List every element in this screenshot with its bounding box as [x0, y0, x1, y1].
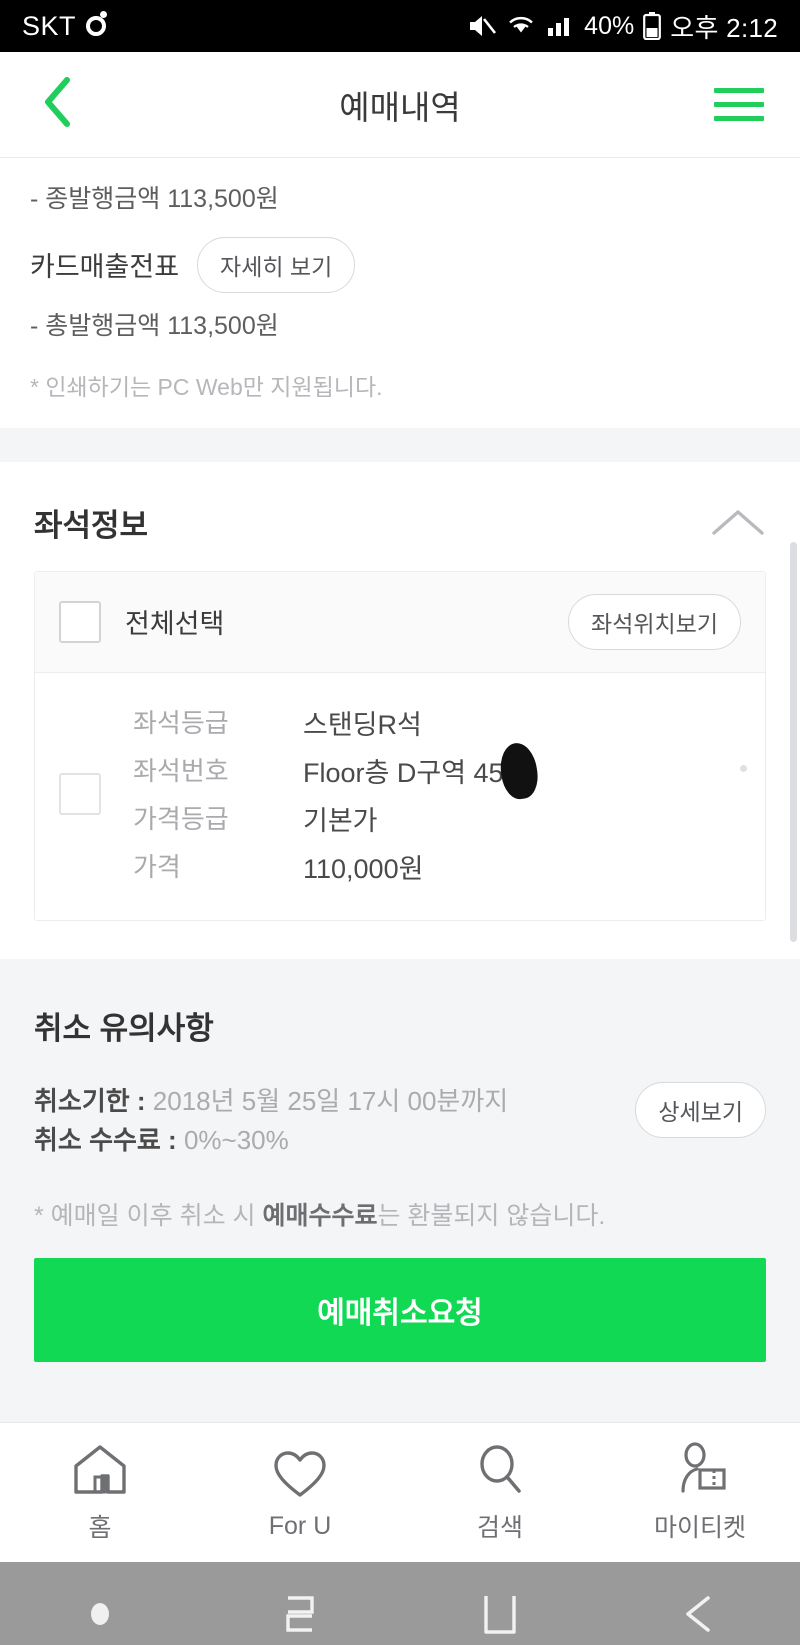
- nav-label-for-u: For U: [268, 1511, 332, 1540]
- section-gap-1: [0, 427, 800, 462]
- request-cancel-button[interactable]: 예매취소요청: [34, 1257, 766, 1362]
- search-icon: [470, 1440, 530, 1496]
- seat-section-title: 좌석정보: [34, 507, 149, 543]
- recents-icon: [274, 1590, 326, 1643]
- issued-amount-line: - 종발행금액 113,500원: [30, 185, 279, 213]
- page-title: 예매내역: [339, 88, 461, 126]
- card-slip-row: 카드매출전표 자세히 보기: [30, 225, 770, 301]
- price-label: 가격: [133, 851, 181, 882]
- signal-icon: [545, 13, 575, 39]
- cancel-fee-note: * 예매일 이후 취소 시 예매수수료는 환불되지 않습니다.: [34, 1160, 766, 1258]
- seat-location-button[interactable]: 좌석위치보기: [568, 593, 741, 650]
- cancel-deadline-value: 2018년 5월 25일 17시 00분까지: [152, 1085, 509, 1116]
- app-header: 예매내역: [0, 52, 800, 158]
- heart-icon: [270, 1444, 330, 1500]
- status-bar-right: 40% 오후 2:12: [467, 8, 778, 45]
- my-ticket-icon: [670, 1440, 730, 1496]
- cancel-section-title: 취소 유의사항: [34, 1010, 214, 1046]
- carrier-label: SKT: [22, 10, 77, 41]
- home-icon: [70, 1440, 130, 1496]
- battery-icon: [643, 12, 662, 40]
- cancel-note-prefix: * 예매일 이후 취소 시: [34, 1201, 263, 1230]
- seat-box: 전체선택 좌석위치보기 좌석등급 스탠딩R석 좌석번호 Floor층 D구역 4…: [34, 570, 766, 921]
- page-scrollbar[interactable]: [790, 542, 797, 942]
- card-slip-label: 카드매출전표: [30, 252, 180, 283]
- assistant-button[interactable]: [0, 1602, 200, 1631]
- mute-icon: [467, 13, 497, 39]
- home-square-icon: [476, 1590, 524, 1643]
- nav-label-home: 홈: [88, 1514, 112, 1542]
- assistant-dot-icon: [88, 1602, 112, 1631]
- clock-label: 오후 2:12: [670, 12, 778, 43]
- cancel-notice-section: 취소 유의사항 취소기한 : 2018년 5월 25일 17시 00분까지 취소…: [0, 958, 800, 1362]
- status-bar: SKT 40% 오후 2:12: [0, 0, 800, 52]
- cancel-deadline-label: 취소기한 :: [34, 1085, 153, 1116]
- cancel-info-row: 취소기한 : 2018년 5월 25일 17시 00분까지 취소 수수료 : 0…: [34, 1081, 766, 1160]
- cancel-info-lines: 취소기한 : 2018년 5월 25일 17시 00분까지 취소 수수료 : 0…: [34, 1082, 615, 1160]
- seat-grade-value: 스탠딩R석: [303, 709, 422, 740]
- chevron-up-icon[interactable]: [710, 507, 766, 537]
- cancel-note-suffix: 는 환불되지 않습니다.: [377, 1201, 606, 1230]
- price-grade-label: 가격등급: [133, 803, 229, 834]
- seat-info-card: 좌석정보 전체선택 좌석위치보기 좌석등급 스탠딩R석 좌석번호 Floor층 …: [0, 461, 800, 959]
- select-all-label: 전체선택: [125, 609, 225, 639]
- cancel-fee-value: 0%~30%: [183, 1124, 289, 1155]
- android-navigation-bar: [0, 1561, 800, 1645]
- redaction-mark: [497, 740, 541, 801]
- hamburger-menu-icon: [714, 88, 764, 93]
- payment-card: - 종발행금액 113,500원 카드매출전표 자세히 보기 - 총발행금액 1…: [0, 158, 800, 428]
- seat-checkbox[interactable]: [59, 773, 101, 815]
- seat-number-label: 좌석번호: [133, 755, 229, 786]
- price-grade-value: 기본가: [303, 805, 378, 836]
- seat-detail-table: 좌석등급 스탠딩R석 좌석번호 Floor층 D구역 45 번 가격등급 기본가…: [133, 703, 541, 886]
- back-arrow-icon: [674, 1590, 726, 1643]
- nav-item-for-u[interactable]: For U: [200, 1423, 400, 1562]
- hamburger-line-2: [714, 102, 764, 107]
- seat-number-value: Floor층 D구역 45 번: [303, 740, 541, 801]
- cancel-note-bold: 예매수수료: [262, 1201, 378, 1230]
- seat-section-header[interactable]: 좌석정보: [0, 462, 800, 571]
- cancel-fee-line: 취소 수수료 : 0%~30%: [34, 1121, 615, 1160]
- hamburger-menu-button[interactable]: [708, 52, 770, 157]
- cancel-deadline-line: 취소기한 : 2018년 5월 25일 17시 00분까지: [34, 1082, 615, 1121]
- nav-label-my-ticket: 마이티켓: [653, 1514, 746, 1542]
- select-all-row: 전체선택 좌석위치보기: [35, 571, 765, 673]
- payment-block: - 종발행금액 113,500원 카드매출전표 자세히 보기 - 총발행금액 1…: [0, 158, 800, 428]
- section-gap-2: [0, 1361, 800, 1422]
- back-button-system[interactable]: [600, 1590, 800, 1643]
- wifi-icon: [506, 13, 536, 39]
- carrier-logo-icon: [86, 11, 108, 36]
- select-all-left: 전체선택: [59, 600, 225, 643]
- nav-item-my-ticket[interactable]: 마이티켓: [600, 1423, 800, 1562]
- price-value: 110,000원: [303, 853, 424, 884]
- seat-checkbox-wrap: [59, 773, 133, 815]
- select-all-checkbox[interactable]: [59, 600, 101, 643]
- status-bar-left: SKT: [22, 10, 108, 42]
- battery-percent-label: 40%: [584, 11, 635, 40]
- print-note: * 인쇄하기는 PC Web만 지원됩니다.: [30, 373, 383, 400]
- back-button[interactable]: [26, 52, 90, 157]
- seat-row: 좌석등급 스탠딩R석 좌석번호 Floor층 D구역 45 번 가격등급 기본가…: [35, 672, 765, 920]
- card-slip-detail-button[interactable]: 자세히 보기: [197, 236, 356, 293]
- recents-button[interactable]: [200, 1590, 400, 1643]
- hamburger-line-3: [714, 116, 764, 121]
- nav-item-search[interactable]: 검색: [400, 1423, 600, 1562]
- bottom-navigation-bar: 홈 For U 검색 마이티켓: [0, 1421, 800, 1562]
- phone-screen: SKT 40% 오후 2:12 예매내역 - 종발행금액 113,500원 카드…: [0, 0, 800, 1645]
- seat-row-marker-icon: [740, 764, 747, 772]
- total-issued-line: - 총발행금액 113,500원: [30, 311, 279, 340]
- back-chevron-icon: [40, 74, 76, 135]
- home-button[interactable]: [400, 1590, 600, 1643]
- cancel-fee-label: 취소 수수료 :: [34, 1124, 184, 1155]
- cancel-detail-button[interactable]: 상세보기: [635, 1081, 766, 1138]
- nav-label-search: 검색: [476, 1514, 523, 1542]
- seat-grade-label: 좌석등급: [133, 707, 229, 738]
- nav-item-home[interactable]: 홈: [0, 1423, 200, 1562]
